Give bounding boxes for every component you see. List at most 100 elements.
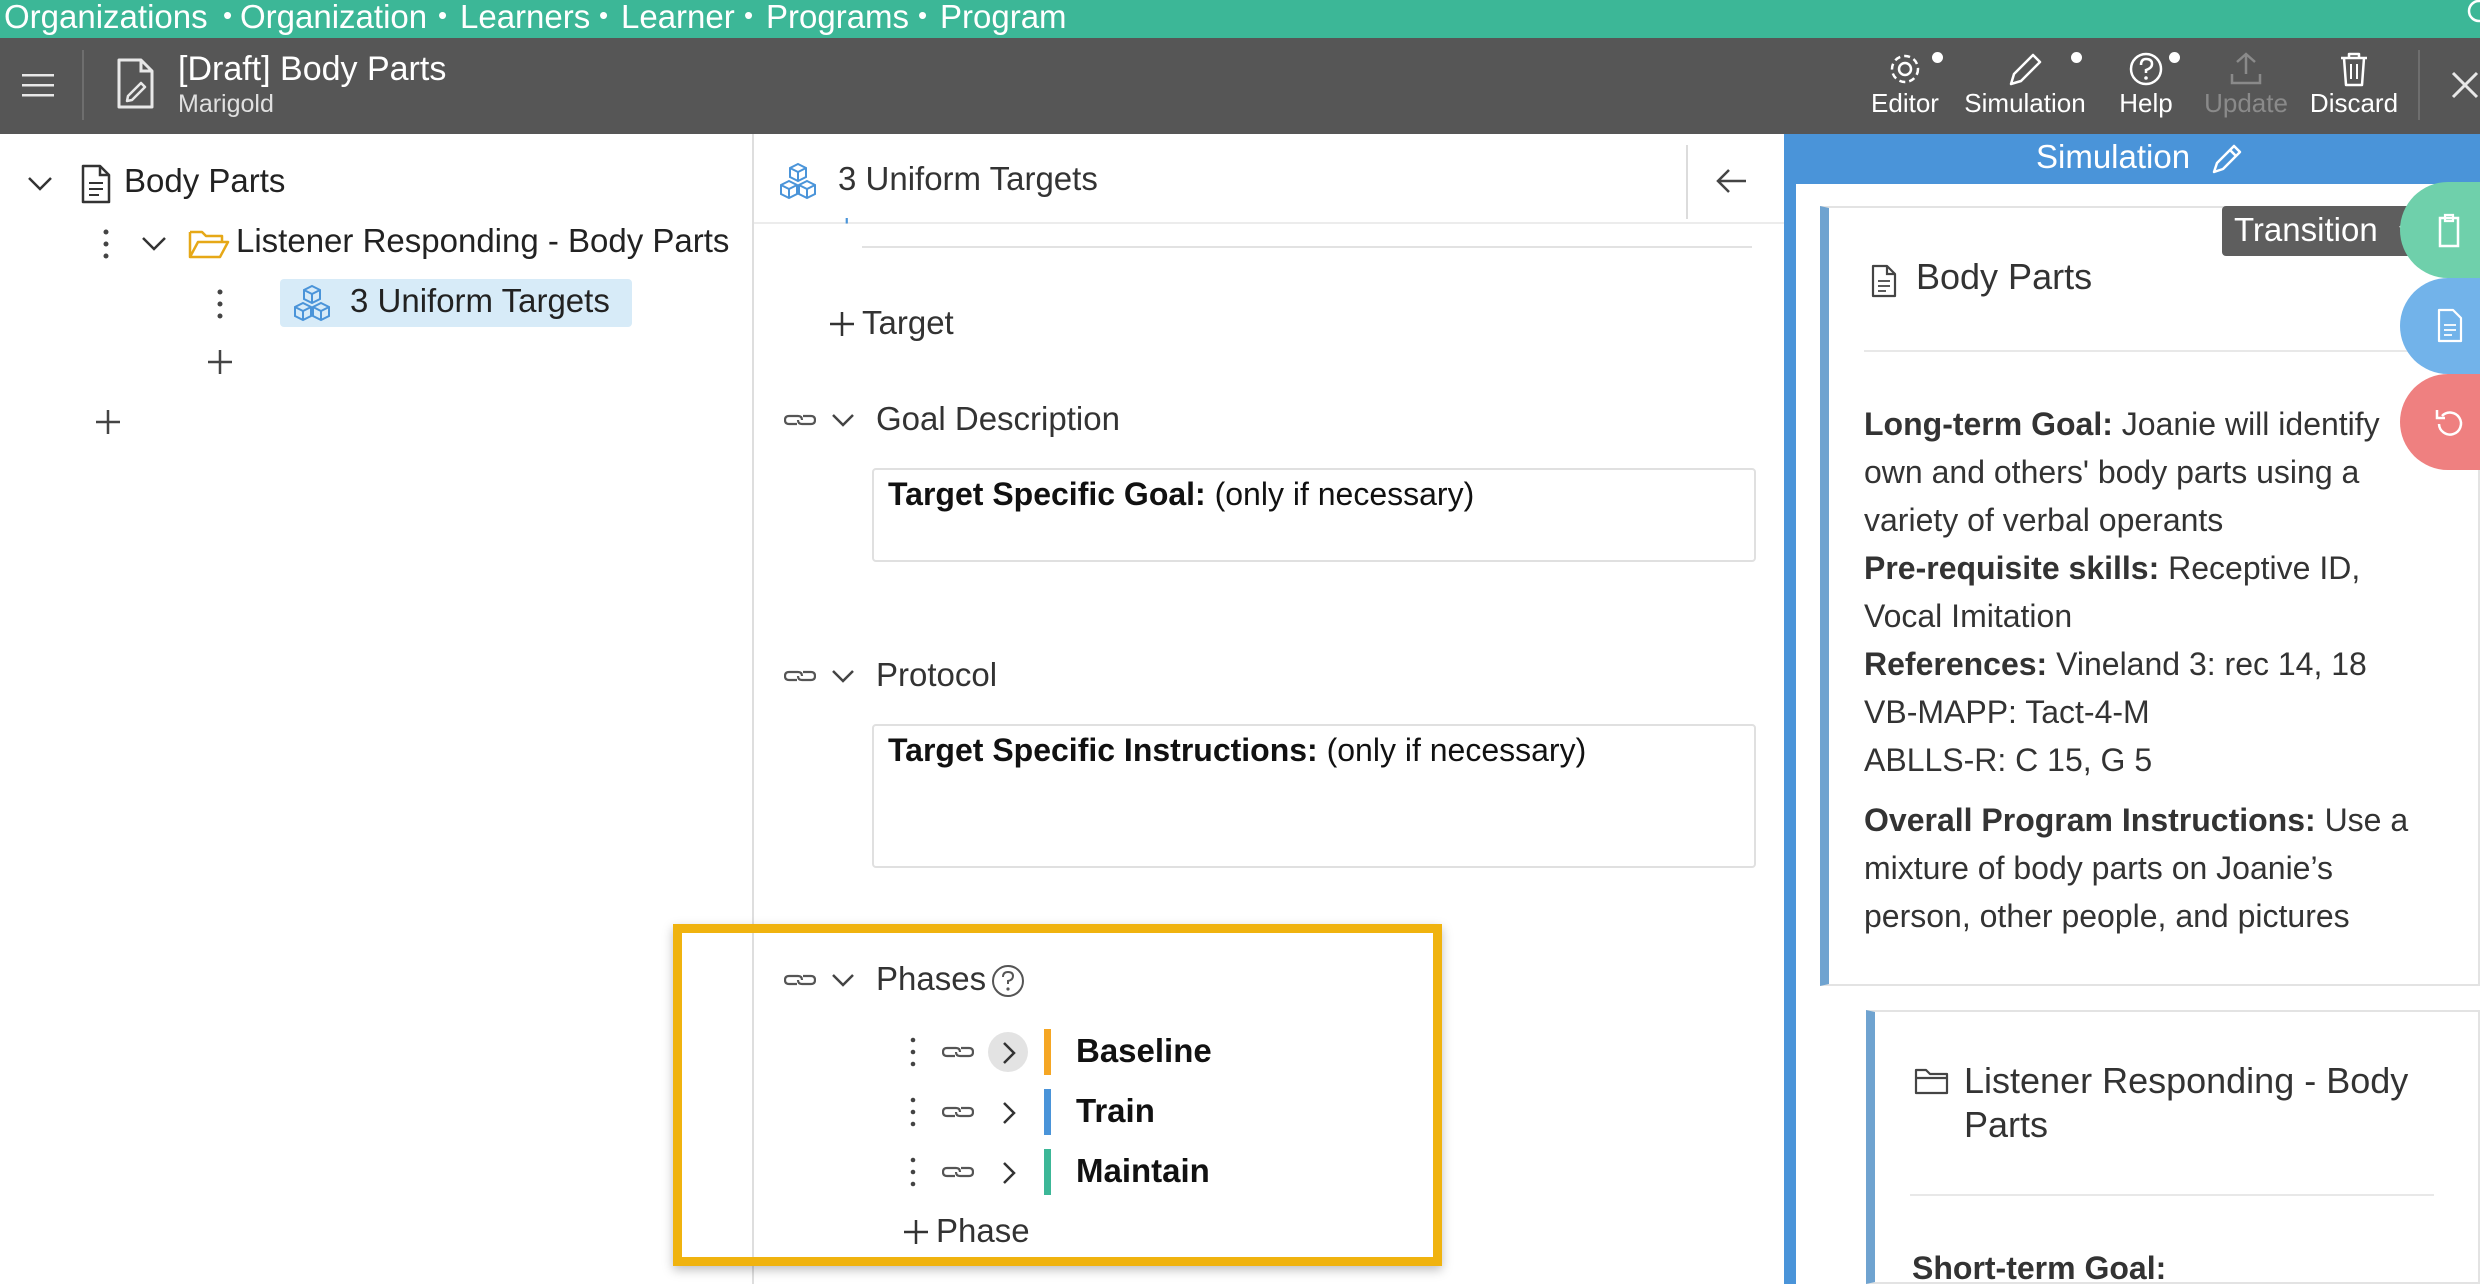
clipboard-icon bbox=[2438, 213, 2460, 248]
goal-description-field[interactable]: Target Specific Goal: (only if necessary… bbox=[872, 468, 1756, 562]
breadcrumb-separator: • bbox=[223, 0, 233, 30]
scrolled-content-fragment: + Phase bbox=[838, 218, 938, 232]
add-target-plus-icon[interactable] bbox=[828, 310, 856, 338]
card-folder-title-line: Listener Responding - Body bbox=[1964, 1060, 2409, 1101]
document-icon bbox=[81, 164, 111, 204]
folder-open-icon bbox=[188, 230, 230, 259]
notification-dot bbox=[2071, 52, 2082, 63]
drag-handle-icon[interactable] bbox=[100, 228, 112, 260]
hamburger-menu-icon[interactable] bbox=[22, 72, 54, 100]
pencil-icon bbox=[2009, 53, 2042, 86]
breadcrumb-separator: • bbox=[438, 0, 448, 30]
update-button[interactable]: Update bbox=[2198, 38, 2294, 134]
pencil-icon[interactable] bbox=[2210, 142, 2244, 176]
protocol-field[interactable]: Target Specific Instructions: (only if n… bbox=[872, 724, 1756, 868]
breadcrumb-learners[interactable]: Learners bbox=[460, 0, 590, 36]
discard-button[interactable]: Discard bbox=[2306, 38, 2402, 134]
chevron-down-icon[interactable] bbox=[830, 668, 856, 686]
card-program-title: Body Parts bbox=[1916, 256, 2093, 297]
references-line: VB-MAPP: Tact-4-M bbox=[1864, 694, 2150, 730]
gear-icon bbox=[1890, 54, 1920, 84]
prerequisite-label: Pre-requisite skills: bbox=[1864, 550, 2160, 586]
instructions-label: Overall Program Instructions: bbox=[1864, 802, 2316, 838]
editor-button[interactable]: Editor bbox=[1862, 38, 1948, 134]
prerequisite-line: Receptive ID, bbox=[2159, 550, 2361, 586]
short-term-goal-label: Short-term Goal: bbox=[1912, 1250, 2167, 1284]
instructions-line: Use a bbox=[2315, 802, 2409, 838]
references-line: ABLLS-R: C 15, G 5 bbox=[1864, 742, 2153, 778]
breadcrumb: Organizations • Organization • Learners … bbox=[0, 0, 2480, 38]
breadcrumb-program[interactable]: Program bbox=[940, 0, 1067, 36]
discard-label: Discard bbox=[2309, 88, 2399, 118]
editor-title: 3 Uniform Targets bbox=[838, 160, 1098, 197]
update-label: Update bbox=[2204, 88, 2288, 118]
breadcrumb-organizations[interactable]: Organizations bbox=[4, 0, 208, 36]
long-term-goal-line: Joanie will identify bbox=[2112, 406, 2380, 442]
card-divider bbox=[1910, 1194, 2434, 1196]
document-title: [Draft] Body Parts bbox=[178, 50, 447, 88]
upload-icon bbox=[2230, 52, 2262, 85]
protocol-label: Protocol bbox=[876, 656, 998, 693]
breadcrumb-separator: • bbox=[918, 0, 928, 30]
close-icon[interactable] bbox=[2450, 70, 2480, 100]
simulation-button[interactable]: Simulation bbox=[1960, 38, 2090, 134]
phases-highlight-frame bbox=[673, 924, 1442, 1266]
section-divider bbox=[862, 246, 1752, 248]
chevron-down-icon[interactable] bbox=[140, 234, 168, 254]
breadcrumb-separator: • bbox=[744, 0, 754, 30]
help-button[interactable]: Help bbox=[2106, 38, 2186, 134]
tree-item-3-uniform-targets[interactable]: 3 Uniform Targets bbox=[350, 282, 610, 320]
close-circle-icon[interactable] bbox=[2462, 0, 2480, 30]
tree-item-body-parts[interactable]: Body Parts bbox=[124, 162, 285, 200]
notification-dot bbox=[2169, 52, 2180, 63]
long-term-goal-text: Long-term Goal: Joanie will identify own… bbox=[1864, 400, 2464, 784]
instructions-line: person, other people, and pictures bbox=[1864, 898, 2350, 934]
add-item-plus-icon[interactable] bbox=[94, 408, 122, 436]
program-tree: Body Parts Listener Responding - Body Pa… bbox=[0, 134, 752, 1284]
document-edit-icon bbox=[117, 58, 154, 109]
header-divider bbox=[82, 50, 84, 120]
breadcrumb-separator: • bbox=[599, 0, 609, 30]
arrow-left-icon[interactable] bbox=[1714, 166, 1748, 196]
cubes-icon bbox=[780, 162, 816, 200]
references-line: Vineland 3: rec 14, 18 bbox=[2047, 646, 2367, 682]
card-folder-title-line: Parts bbox=[1964, 1104, 2049, 1145]
long-term-goal-line: variety of verbal operants bbox=[1864, 502, 2224, 538]
add-target-button[interactable]: Target bbox=[862, 304, 954, 342]
trash-icon bbox=[2341, 52, 2367, 87]
breadcrumb-programs[interactable]: Programs bbox=[766, 0, 909, 36]
link-icon[interactable] bbox=[784, 408, 816, 432]
breadcrumb-organization[interactable]: Organization bbox=[240, 0, 427, 36]
app-header: [Draft] Body Parts Marigold Editor Simul… bbox=[0, 38, 2480, 134]
tree-item-listener-responding[interactable]: Listener Responding - Body Parts bbox=[236, 222, 729, 260]
instructions-text: Overall Program Instructions: Use a mixt… bbox=[1864, 796, 2464, 940]
card-divider bbox=[1864, 350, 2454, 352]
help-circle-icon bbox=[2129, 52, 2163, 86]
document-icon bbox=[2437, 308, 2463, 343]
notification-dot bbox=[1932, 52, 1943, 63]
add-target-plus-icon[interactable] bbox=[206, 348, 234, 376]
document-subtitle: Marigold bbox=[178, 90, 274, 118]
transition-dropdown[interactable]: Transition bbox=[2222, 206, 2424, 256]
goal-field-hint: (only if necessary) bbox=[1205, 476, 1475, 512]
protocol-field-label: Target Specific Instructions: bbox=[888, 732, 1318, 768]
long-term-goal-line: own and others' body parts using a bbox=[1864, 454, 2360, 490]
folder-icon bbox=[1914, 1068, 1949, 1095]
link-icon[interactable] bbox=[784, 664, 816, 688]
transition-label: Transition bbox=[2234, 211, 2378, 248]
breadcrumb-learner[interactable]: Learner bbox=[621, 0, 735, 36]
references-label: References: bbox=[1864, 646, 2048, 682]
document-icon bbox=[1871, 264, 1897, 298]
simulation-card-folder bbox=[1866, 1010, 2480, 1284]
drag-handle-icon[interactable] bbox=[214, 288, 226, 320]
undo-icon bbox=[2435, 410, 2463, 436]
goal-description-label: Goal Description bbox=[876, 400, 1120, 437]
instructions-line: mixture of body parts on Joanie’s bbox=[1864, 850, 2333, 886]
simulation-label: Simulation bbox=[1964, 88, 2086, 118]
help-label: Help bbox=[2119, 88, 2173, 118]
long-term-goal-label: Long-term Goal: bbox=[1864, 406, 2113, 442]
chevron-down-icon[interactable] bbox=[830, 412, 856, 430]
chevron-down-icon[interactable] bbox=[26, 174, 54, 194]
simulation-title: Simulation bbox=[2036, 138, 2191, 175]
editor-header-divider bbox=[1686, 145, 1688, 219]
